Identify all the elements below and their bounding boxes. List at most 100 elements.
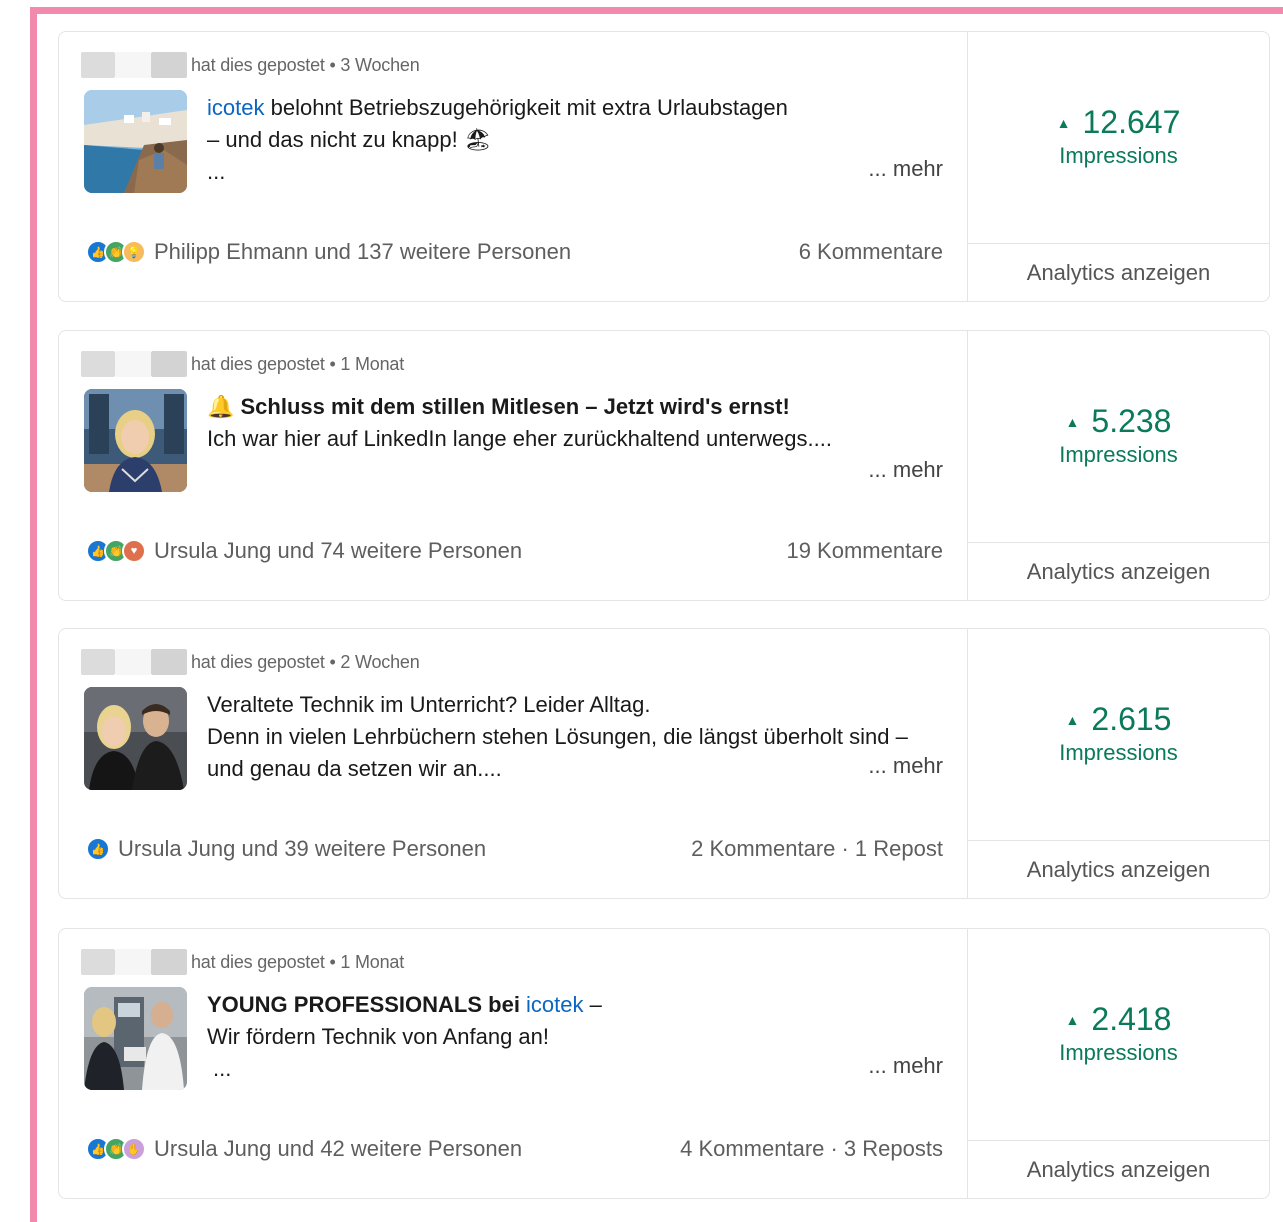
post-content: hat dies gepostet • 3 Wochen icotek belo…	[59, 32, 967, 301]
analytics-button[interactable]: Analytics anzeigen	[968, 1140, 1269, 1198]
triangle-up-icon: ▲	[1065, 711, 1080, 728]
post-content: hat dies gepostet • 1 Monat YOUNG PROFES…	[59, 929, 967, 1198]
post-content: hat dies gepostet • 2 Wochen Veraltete T…	[59, 629, 967, 898]
post-text[interactable]: YOUNG PROFESSIONALS bei icotek – Wir för…	[207, 989, 947, 1085]
post-header: hat dies gepostet • 1 Monat	[81, 949, 404, 975]
post-thumbnail[interactable]	[84, 389, 187, 492]
reactions-text: Ursula Jung und 39 weitere Personen	[118, 836, 487, 861]
redacted-name-end	[151, 649, 187, 675]
more-link[interactable]: ... mehr	[868, 753, 943, 779]
post-text-line-2: Wir fördern Technik von Anfang an!	[207, 1024, 550, 1049]
impressions-value: 5.238	[1091, 403, 1172, 439]
triangle-up-icon: ▲	[1065, 413, 1080, 430]
analytics-button[interactable]: Analytics anzeigen	[968, 243, 1269, 301]
like-icon: 👍	[86, 837, 110, 861]
post-card: hat dies gepostet • 1 Monat YOUNG PROFES…	[58, 928, 1270, 1199]
post-text-line-2: – und das nicht zu knapp! 🏖	[207, 127, 492, 152]
post-card: hat dies gepostet • 2 Wochen Veraltete T…	[58, 628, 1270, 899]
impressions-metric: ▲ 2.418 Impressions	[968, 1001, 1269, 1066]
more-link[interactable]: ... mehr	[868, 156, 943, 182]
support-icon: ✋	[122, 1137, 146, 1161]
comments-count[interactable]: 4 Kommentare · 3 Reposts	[680, 1134, 943, 1164]
reactions-text: Philipp Ehmann und 137 weitere Personen	[154, 239, 572, 264]
post-meta: hat dies gepostet • 2 Wochen	[191, 651, 420, 672]
post-text-line-1: Veraltete Technik im Unterricht? Leider …	[207, 692, 651, 717]
post-card: hat dies gepostet • 3 Wochen icotek belo…	[58, 31, 1270, 302]
redacted-name	[81, 949, 115, 975]
love-icon: ♥	[122, 539, 146, 563]
post-text-bold: YOUNG PROFESSIONALS bei	[207, 992, 527, 1017]
post-meta: hat dies gepostet • 3 Wochen	[191, 54, 420, 75]
post-text-line-3: und genau da setzen wir an....	[207, 756, 502, 781]
insight-icon: 💡	[122, 240, 146, 264]
redacted-name-end	[151, 351, 187, 377]
post-meta: hat dies gepostet • 1 Monat	[191, 353, 405, 374]
reaction-icons: 👍 👏 ♥	[86, 539, 146, 563]
post-text-line-3: ...	[207, 159, 226, 184]
metrics-panel: ▲ 12.647 Impressions Analytics anzeigen	[967, 32, 1269, 301]
impressions-label: Impressions	[1059, 143, 1178, 168]
reaction-icons: 👍 👏 ✋	[86, 1137, 146, 1161]
post-header: hat dies gepostet • 2 Wochen	[81, 649, 420, 675]
comments-count[interactable]: 2 Kommentare · 1 Repost	[691, 834, 943, 864]
impressions-metric: ▲ 2.615 Impressions	[968, 701, 1269, 766]
redacted-name-gap	[115, 52, 151, 78]
metrics-panel: ▲ 5.238 Impressions Analytics anzeigen	[967, 331, 1269, 600]
impressions-label: Impressions	[1059, 1040, 1178, 1065]
portrait-photo	[84, 389, 187, 492]
analytics-button[interactable]: Analytics anzeigen	[968, 840, 1269, 898]
reaction-icons: 👍	[86, 837, 110, 861]
highlight-frame-left	[30, 7, 37, 1222]
post-text-line-2: Denn in vielen Lehrbüchern stehen Lösung…	[207, 724, 908, 749]
company-link[interactable]: icotek	[526, 992, 583, 1017]
redacted-name	[81, 351, 115, 377]
reactions-summary[interactable]: 👍 👏 💡 Philipp Ehmann und 137 weitere Per…	[86, 237, 571, 267]
more-link[interactable]: ... mehr	[868, 457, 943, 483]
redacted-name-end	[151, 52, 187, 78]
post-header: hat dies gepostet • 3 Wochen	[81, 52, 420, 78]
post-text-line-1: belohnt Betriebszugehörigkeit mit extra …	[264, 95, 788, 120]
analytics-button[interactable]: Analytics anzeigen	[968, 542, 1269, 600]
metrics-panel: ▲ 2.615 Impressions Analytics anzeigen	[967, 629, 1269, 898]
team-photo	[84, 687, 187, 790]
reactions-summary[interactable]: 👍 👏 ✋ Ursula Jung und 42 weitere Persone…	[86, 1134, 522, 1164]
post-thumbnail[interactable]	[84, 687, 187, 790]
reaction-icons: 👍 👏 💡	[86, 240, 146, 264]
impressions-value: 12.647	[1082, 104, 1181, 140]
redacted-name	[81, 52, 115, 78]
impressions-value: 2.615	[1091, 701, 1172, 737]
impressions-label: Impressions	[1059, 442, 1178, 467]
post-content: hat dies gepostet • 1 Monat 🔔 Schluss mi…	[59, 331, 967, 600]
workshop-photo	[84, 987, 187, 1090]
comments-count[interactable]: 6 Kommentare	[799, 237, 943, 267]
reactions-summary[interactable]: 👍 👏 ♥ Ursula Jung und 74 weitere Persone…	[86, 536, 522, 566]
post-text-line-3: ...	[213, 1056, 232, 1081]
post-text-line-3: Ich war hier auf LinkedIn lange eher zur…	[207, 426, 832, 451]
triangle-up-icon: ▲	[1065, 1011, 1080, 1028]
post-thumbnail[interactable]	[84, 987, 187, 1090]
post-thumbnail[interactable]	[84, 90, 187, 193]
highlight-frame-top	[30, 7, 1283, 14]
post-text[interactable]: 🔔 Schluss mit dem stillen Mitlesen – Jet…	[207, 391, 947, 455]
post-header: hat dies gepostet • 1 Monat	[81, 351, 404, 377]
reactions-text: Ursula Jung und 74 weitere Personen	[154, 538, 523, 563]
post-meta: hat dies gepostet • 1 Monat	[191, 951, 405, 972]
impressions-metric: ▲ 12.647 Impressions	[968, 104, 1269, 169]
triangle-up-icon: ▲	[1056, 114, 1071, 131]
reactions-summary[interactable]: 👍 Ursula Jung und 39 weitere Personen	[86, 834, 486, 864]
reactions-text: Ursula Jung und 42 weitere Personen	[154, 1136, 523, 1161]
more-link[interactable]: ... mehr	[868, 1053, 943, 1079]
impressions-label: Impressions	[1059, 740, 1178, 765]
redacted-name-gap	[115, 649, 151, 675]
post-text[interactable]: Veraltete Technik im Unterricht? Leider …	[207, 689, 947, 785]
post-text-line-1-end: –	[583, 992, 602, 1017]
impressions-value: 2.418	[1091, 1001, 1172, 1037]
post-text[interactable]: icotek belohnt Betriebszugehörigkeit mit…	[207, 92, 947, 188]
comments-count[interactable]: 19 Kommentare	[786, 536, 943, 566]
coast-photo	[84, 90, 187, 193]
redacted-name	[81, 649, 115, 675]
redacted-name-end	[151, 949, 187, 975]
post-text-line-1: 🔔 Schluss mit dem stillen Mitlesen – Jet…	[207, 394, 790, 419]
redacted-name-gap	[115, 351, 151, 377]
company-link[interactable]: icotek	[207, 95, 264, 120]
